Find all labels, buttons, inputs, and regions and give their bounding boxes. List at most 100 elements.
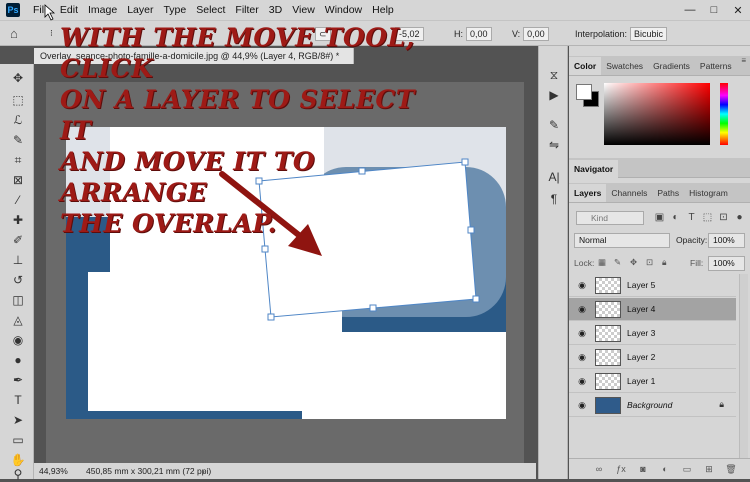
visibility-eye-icon[interactable]: ◉ (576, 376, 588, 387)
v-skew-field[interactable]: V: 0,00 (512, 26, 549, 41)
menu-file[interactable]: File (28, 4, 55, 16)
visibility-eye-icon[interactable]: ◉ (576, 400, 588, 411)
menu-view[interactable]: View (287, 4, 320, 16)
close-window-button[interactable]: ✕ (726, 0, 750, 20)
interpolation-select[interactable]: Bicubic (630, 26, 668, 41)
filter-adjustment-icon[interactable]: ◐ (670, 211, 681, 225)
new-layer-icon[interactable]: ⊞ (703, 463, 715, 475)
visibility-eye-icon[interactable]: ◉ (576, 304, 588, 315)
fx-icon[interactable]: ƒx (615, 463, 627, 475)
lock-artboard-icon[interactable]: ⊡ (646, 257, 653, 268)
layer-row-layer-3[interactable]: ◉ Layer 3 (569, 322, 736, 345)
opacity-field[interactable]: 100% (708, 233, 745, 248)
move-tool-icon[interactable]: ✥ (10, 70, 26, 86)
foreground-color-swatch[interactable] (576, 84, 592, 100)
brush-settings-icon[interactable]: ✎ (547, 118, 561, 132)
fill-field[interactable]: 100% (708, 256, 745, 271)
lock-pixels-icon[interactable]: ▦ (598, 257, 606, 268)
filter-type-icon[interactable]: T (686, 211, 697, 225)
lasso-tool-icon[interactable]: ℒ (10, 112, 26, 128)
healing-brush-tool-icon[interactable]: ✚ (10, 212, 26, 228)
layer-row-layer-5[interactable]: ◉ Layer 5 (569, 274, 736, 297)
visibility-eye-icon[interactable]: ◉ (576, 328, 588, 339)
minimize-button[interactable]: — (678, 0, 702, 20)
frame-tool-icon[interactable]: ⊠ (10, 172, 26, 188)
blur-tool-icon[interactable]: ◉ (10, 332, 26, 348)
filter-pixel-icon[interactable]: ▣ (654, 211, 665, 225)
panel-menu-icon[interactable]: ≡ (741, 56, 746, 65)
lock-image-icon[interactable]: ✎ (614, 257, 621, 268)
hue-slider[interactable] (720, 83, 728, 145)
menu-edit[interactable]: Edit (55, 4, 83, 16)
eyedropper-tool-icon[interactable]: ⁄ (10, 192, 26, 208)
layers-scrollbar[interactable] (739, 274, 748, 459)
menu-filter[interactable]: Filter (230, 4, 263, 16)
type-tool-icon[interactable]: T (10, 392, 26, 408)
filter-toggle-icon[interactable]: ● (734, 211, 745, 225)
visibility-eye-icon[interactable]: ◉ (576, 280, 588, 291)
filter-smart-object-icon[interactable]: ⊡ (718, 211, 729, 225)
interpolation-field[interactable]: Interpolation: Bicubic (575, 26, 668, 41)
lock-icon: 🔒︎ (719, 399, 724, 409)
menu-select[interactable]: Select (191, 4, 230, 16)
add-mask-icon[interactable]: ◙ (637, 463, 649, 475)
annotation-line-2: on a layer to select it (60, 85, 415, 145)
layer-row-layer-1[interactable]: ◉ Layer 1 (569, 370, 736, 393)
home-icon[interactable]: ⌂ (10, 26, 26, 42)
tab-navigator[interactable]: Navigator (569, 160, 619, 178)
marquee-tool-icon[interactable]: ⬚ (10, 92, 26, 108)
layer-row-layer-4[interactable]: ◉ Layer 4 (569, 298, 736, 321)
tab-layers[interactable]: Layers (569, 184, 607, 202)
tab-histogram[interactable]: Histogram (684, 184, 733, 202)
tab-channels[interactable]: Channels (606, 184, 652, 202)
paragraph-panel-icon[interactable]: ¶ (547, 192, 561, 206)
character-panel-icon[interactable]: A| (547, 170, 561, 184)
path-selection-tool-icon[interactable]: ➤ (10, 412, 26, 428)
reference-point-icon[interactable]: ⁝ (50, 26, 53, 41)
new-group-icon[interactable]: ▭ (681, 463, 693, 475)
clone-stamp-tool-icon[interactable]: ⊥ (10, 252, 26, 268)
blend-mode-select[interactable]: Normal (574, 233, 670, 248)
menu-type[interactable]: Type (158, 4, 191, 16)
adjustment-layer-icon[interactable]: ◐ (659, 463, 671, 475)
photoshop-logo-icon: Ps (6, 3, 20, 17)
kind-filter-select[interactable]: Kind (576, 211, 644, 225)
tab-paths[interactable]: Paths (652, 184, 684, 202)
filter-shape-icon[interactable]: ⬚ (702, 211, 713, 225)
actions-play-icon[interactable]: ▶ (547, 88, 561, 102)
menu-help[interactable]: Help (367, 4, 399, 16)
dodge-tool-icon[interactable]: ● (10, 352, 26, 368)
layer-row-layer-2[interactable]: ◉ Layer 2 (569, 346, 736, 369)
history-brush-tool-icon[interactable]: ↺ (10, 272, 26, 288)
menu-image[interactable]: Image (83, 4, 122, 16)
zoom-tool-icon[interactable]: ⚲ (10, 466, 26, 482)
history-panel-icon[interactable]: ⧖ (547, 68, 561, 82)
paint-bucket-tool-icon[interactable]: ◬ (10, 312, 26, 328)
menu-layer[interactable]: Layer (122, 4, 158, 16)
zoom-level[interactable]: 44,93% (39, 463, 68, 479)
h-skew-field[interactable]: H: 0,00 (454, 26, 492, 41)
lock-row: Lock: ▦ ✎ ✥ ⊡ 🔒︎ Fill: 100% (574, 255, 745, 273)
color-picker-field[interactable] (604, 83, 710, 145)
brush-tool-icon[interactable]: ✐ (10, 232, 26, 248)
visibility-eye-icon[interactable]: ◉ (576, 352, 588, 363)
layer-row-background[interactable]: ◉ Background 🔒︎ (569, 394, 736, 417)
delete-layer-icon[interactable]: 🗑︎ (725, 463, 737, 475)
menu-3d[interactable]: 3D (264, 4, 287, 16)
lock-position-icon[interactable]: ✥ (630, 257, 637, 268)
pen-tool-icon[interactable]: ✒ (10, 372, 26, 388)
v-skew-value[interactable]: 0,00 (523, 26, 549, 41)
status-arrow-button[interactable]: › (202, 463, 205, 479)
lock-all-icon[interactable]: 🔒︎ (662, 257, 667, 268)
menu-window[interactable]: Window (320, 4, 367, 16)
h-skew-value[interactable]: 0,00 (466, 26, 492, 41)
layer-thumbnail (595, 397, 621, 414)
restore-button[interactable]: □ (702, 0, 726, 20)
crop-tool-icon[interactable]: ⌗ (10, 152, 26, 168)
eraser-tool-icon[interactable]: ◫ (10, 292, 26, 308)
adjustments-icon[interactable]: ⇋ (547, 138, 561, 152)
rectangle-tool-icon[interactable]: ▭ (10, 432, 26, 448)
annotation-line-3: and move it to arrange (60, 147, 316, 207)
link-layers-icon[interactable]: ∞ (593, 463, 605, 475)
magic-wand-tool-icon[interactable]: ✎ (10, 132, 26, 148)
